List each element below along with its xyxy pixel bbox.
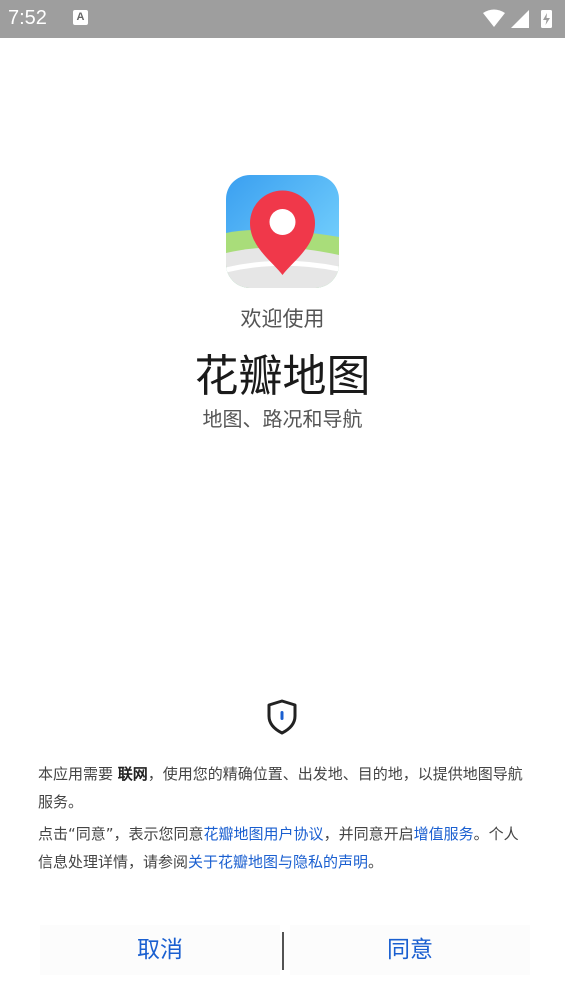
agreement-notice: 点击“同意”，表示您同意花瓣地图用户协议，并同意开启增值服务。个人信息处理详情，… <box>38 820 530 876</box>
user-agreement-link[interactable]: 花瓣地图用户协议 <box>204 825 324 843</box>
app-logo-icon <box>226 175 339 288</box>
app-name-title: 花瓣地图 <box>194 351 371 402</box>
notice-p2-part2: ，并同意开启 <box>323 825 414 843</box>
value-added-services-link[interactable]: 增值服务 <box>414 825 474 843</box>
notice-p1-prefix: 本应用需要 <box>38 765 118 783</box>
notification-icon: A <box>73 10 88 25</box>
notice-network-bold: 联网 <box>117 765 148 783</box>
privacy-shield-icon <box>266 699 298 735</box>
privacy-statement-link[interactable]: 关于花瓣地图与隐私的声明 <box>188 853 368 871</box>
signal-icon <box>511 10 529 28</box>
notice-p2-part4: 。 <box>368 853 384 871</box>
cancel-button[interactable]: 取消 <box>40 925 280 975</box>
status-time: 7:52 <box>8 7 47 29</box>
notice-p2-part1: 点击“同意”，表示您同意 <box>38 825 204 843</box>
notification-letter: A <box>76 11 85 23</box>
welcome-text: 欢迎使用 <box>240 307 325 331</box>
app-tagline: 地图、路况和导航 <box>202 407 363 431</box>
status-bar: 7:52 A <box>0 0 565 38</box>
agree-button[interactable]: 同意 <box>290 925 530 975</box>
status-icons <box>481 8 555 34</box>
network-notice: 本应用需要 联网，使用您的精确位置、出发地、目的地，以提供地图导航服务。 <box>38 760 530 816</box>
button-divider <box>282 932 284 970</box>
wifi-icon <box>483 9 505 27</box>
